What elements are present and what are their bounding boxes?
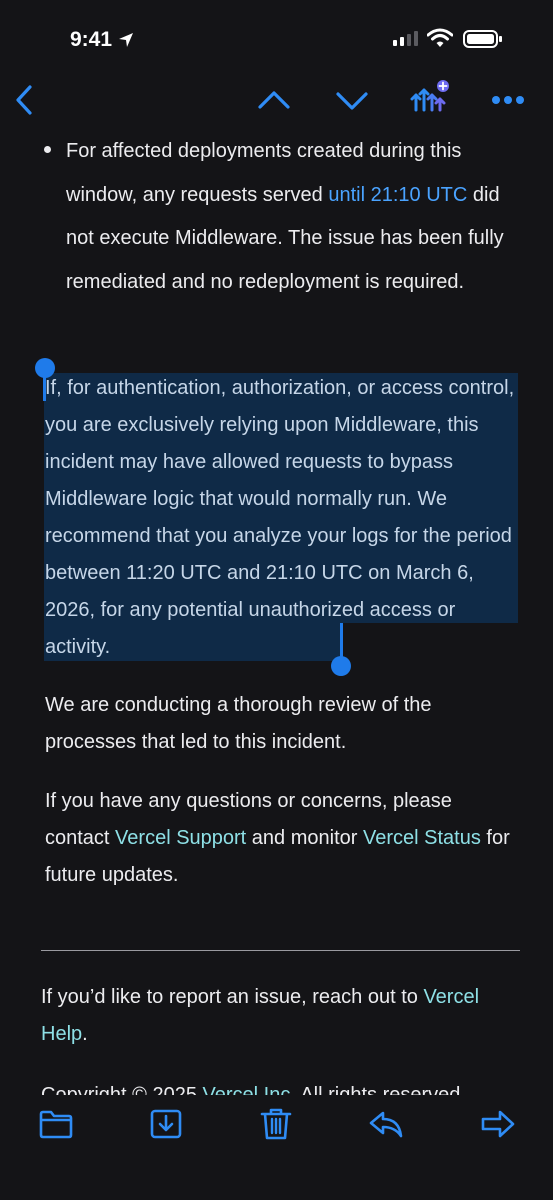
smart-actions-button[interactable] [410,77,452,115]
until-time-link[interactable]: until 21:10 UTC [328,184,467,206]
report-text: If you’d like to report an issue, reach … [41,986,424,1008]
report-paragraph: If you’d like to report an issue, reach … [41,979,515,1053]
forward-arrow-icon [481,1110,515,1138]
reply-button[interactable] [368,1107,404,1146]
bottom-toolbar [0,1095,553,1200]
folder-icon [39,1110,73,1139]
divider [41,950,520,951]
archive-button[interactable] [148,1107,184,1146]
contact-text-mid: and monitor [246,827,363,849]
delete-button[interactable] [258,1107,294,1146]
chevron-down-icon [336,92,368,110]
status-time: 9:41 [70,28,134,52]
selection-end-caret [340,623,343,657]
vercel-support-link[interactable]: Vercel Support [115,827,246,849]
bullet-item: For affected deployments created during … [66,130,516,304]
email-body: For affected deployments created during … [0,125,553,1095]
chevron-up-icon [258,91,290,109]
selection-end-handle[interactable] [331,656,351,676]
bullet-point [44,146,51,153]
location-arrow-icon [119,33,134,47]
status-bar: 9:41 [0,0,553,75]
report-text-end: . [82,1023,88,1045]
forward-button[interactable] [480,1107,516,1146]
selection-start-caret [43,373,46,401]
previous-message-button[interactable] [256,83,292,117]
clock-time: 9:41 [70,28,113,51]
more-options-button[interactable] [490,83,526,117]
selected-paragraph[interactable]: If, for authentication, authorization, o… [45,370,515,666]
back-button[interactable] [10,83,38,117]
next-message-button[interactable] [334,83,370,117]
contact-paragraph: If you have any questions or concerns, p… [45,783,515,894]
move-to-folder-button[interactable] [38,1107,74,1146]
battery-icon [463,30,502,48]
review-paragraph: We are conducting a thorough review of t… [45,694,432,753]
message-toolbar [0,75,553,125]
copyright-text: Copyright © 2025 [41,1084,203,1095]
sparkle-arrows-icon [410,80,449,112]
cellular-signal-icon [393,31,418,46]
wifi-icon [427,28,453,47]
reply-icon [369,1111,403,1138]
trash-icon [260,1108,292,1140]
copyright-text-end: All rights reserved. [295,1084,466,1095]
vercel-status-link[interactable]: Vercel Status [363,827,481,849]
archive-tray-icon [150,1109,182,1139]
chevron-left-icon [16,85,32,115]
vercel-inc-link[interactable]: Vercel Inc. [203,1084,296,1095]
ellipsis-icon [492,96,524,104]
copyright-line: Copyright © 2025 Vercel Inc. All rights … [41,1077,541,1095]
